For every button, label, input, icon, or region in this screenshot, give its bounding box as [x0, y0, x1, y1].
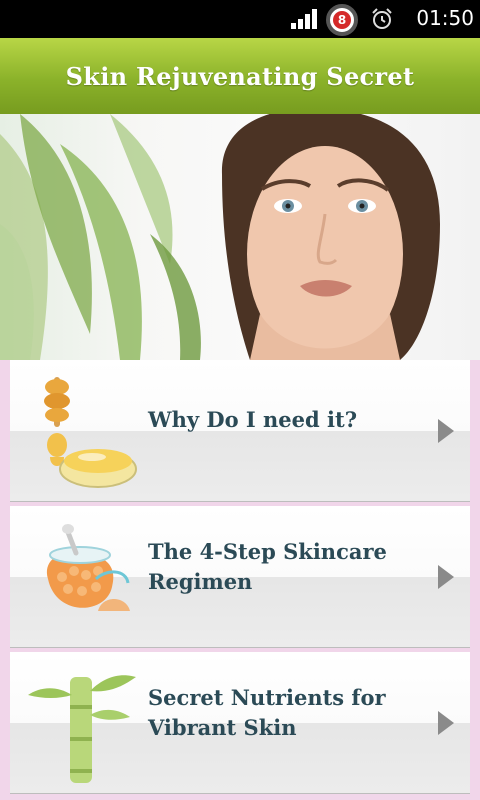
aloe-leaves: [0, 114, 201, 360]
face: [247, 146, 403, 360]
chevron-right-icon: [438, 565, 454, 589]
honey-dipper-icon: [44, 377, 137, 488]
menu-item-why-need-it[interactable]: Why Do I need it?: [10, 360, 470, 502]
menu-item-skincare-regimen[interactable]: The 4-Step Skincare Regimen: [10, 506, 470, 648]
menu-item-secret-nutrients[interactable]: Secret Nutrients for Vibrant Skin: [10, 652, 470, 794]
page-title: Skin Rejuvenating Secret: [65, 61, 415, 91]
banner-illustration: [0, 114, 440, 360]
menu-item-label: Secret Nutrients for Vibrant Skin: [148, 685, 386, 740]
chevron-right-icon: [438, 419, 454, 443]
menu-list: Why Do I need it? The 4-Step Skincare Re…: [0, 360, 480, 800]
status-bar: 8 01:50: [0, 0, 480, 38]
status-time: 01:50: [416, 6, 474, 30]
notification-count: 8: [333, 11, 351, 29]
notification-badge-icon[interactable]: 8: [326, 4, 358, 36]
menu-item-label: Why Do I need it?: [148, 407, 357, 432]
chevron-right-icon: [438, 711, 454, 735]
signal-icon: [291, 9, 317, 29]
app-header: Skin Rejuvenating Secret: [0, 38, 480, 115]
bamboo-icon: [28, 675, 136, 783]
scrub-jar-icon: [46, 524, 130, 611]
menu-item-label: The 4-Step Skincare Regimen: [148, 539, 387, 594]
alarm-clock-icon: [372, 8, 392, 29]
banner-image: [0, 114, 480, 360]
